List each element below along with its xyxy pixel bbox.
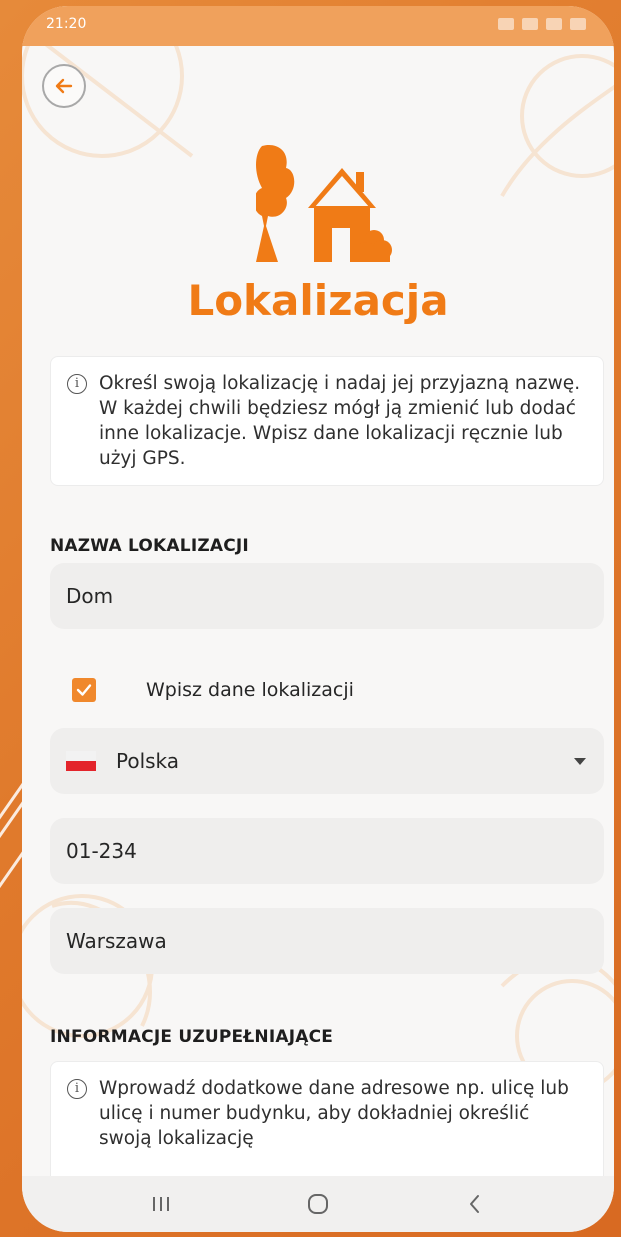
- phone-screen: 21:20 Lokalizacja i Określ swoją lokaliz…: [22, 6, 614, 1232]
- recent-apps-button[interactable]: [131, 1184, 191, 1224]
- location-name-field[interactable]: Dom: [50, 563, 604, 629]
- location-name-value: Dom: [66, 584, 114, 608]
- postal-code-value: 01-234: [66, 839, 137, 863]
- house-with-trees-icon: [256, 145, 392, 262]
- country-select[interactable]: Polska: [50, 728, 604, 794]
- poland-flag-icon: [66, 751, 96, 771]
- info-circle-icon: i: [67, 374, 87, 394]
- home-button[interactable]: [288, 1184, 348, 1224]
- arrow-left-icon: [55, 78, 73, 94]
- checkmark-icon: [76, 684, 92, 696]
- location-name-label: NAZWA LOKALIZACJI: [50, 536, 249, 556]
- city-field[interactable]: Warszawa: [50, 908, 604, 974]
- manual-entry-checkbox[interactable]: [72, 678, 96, 702]
- chevron-left-icon: [470, 1195, 480, 1213]
- system-icons: [498, 18, 586, 30]
- back-button[interactable]: [42, 64, 86, 108]
- signal-icon: [546, 18, 562, 30]
- city-value: Warszawa: [66, 929, 167, 953]
- status-time: 21:20: [46, 16, 87, 32]
- battery-icon: [570, 18, 586, 30]
- system-back-button[interactable]: [445, 1184, 505, 1224]
- country-select-value: Polska: [116, 749, 180, 773]
- manual-entry-label: Wpisz dane lokalizacji: [146, 679, 354, 701]
- additional-info-label: INFORMACJE UZUPEŁNIAJĄCE: [50, 1027, 334, 1047]
- system-navigation-bar: [22, 1176, 614, 1232]
- info-circle-icon: i: [67, 1079, 87, 1099]
- location-info-text: Określ swoją lokalizację i nadaj jej prz…: [99, 373, 581, 469]
- location-info-box: i Określ swoją lokalizację i nadaj jej p…: [50, 356, 604, 486]
- home-circle-icon: [307, 1194, 328, 1214]
- wifi-icon: [522, 18, 538, 30]
- recent-apps-icon: [152, 1197, 169, 1211]
- manual-entry-checkbox-row[interactable]: Wpisz dane lokalizacji: [72, 678, 354, 702]
- notification-icon: [498, 18, 514, 30]
- additional-info-text: Wprowadź dodatkowe dane adresowe np. uli…: [99, 1078, 569, 1149]
- status-bar: 21:20: [22, 6, 614, 46]
- postal-code-field[interactable]: 01-234: [50, 818, 604, 884]
- page-title: Lokalizacja: [187, 276, 449, 325]
- dropdown-caret-icon: [574, 758, 586, 765]
